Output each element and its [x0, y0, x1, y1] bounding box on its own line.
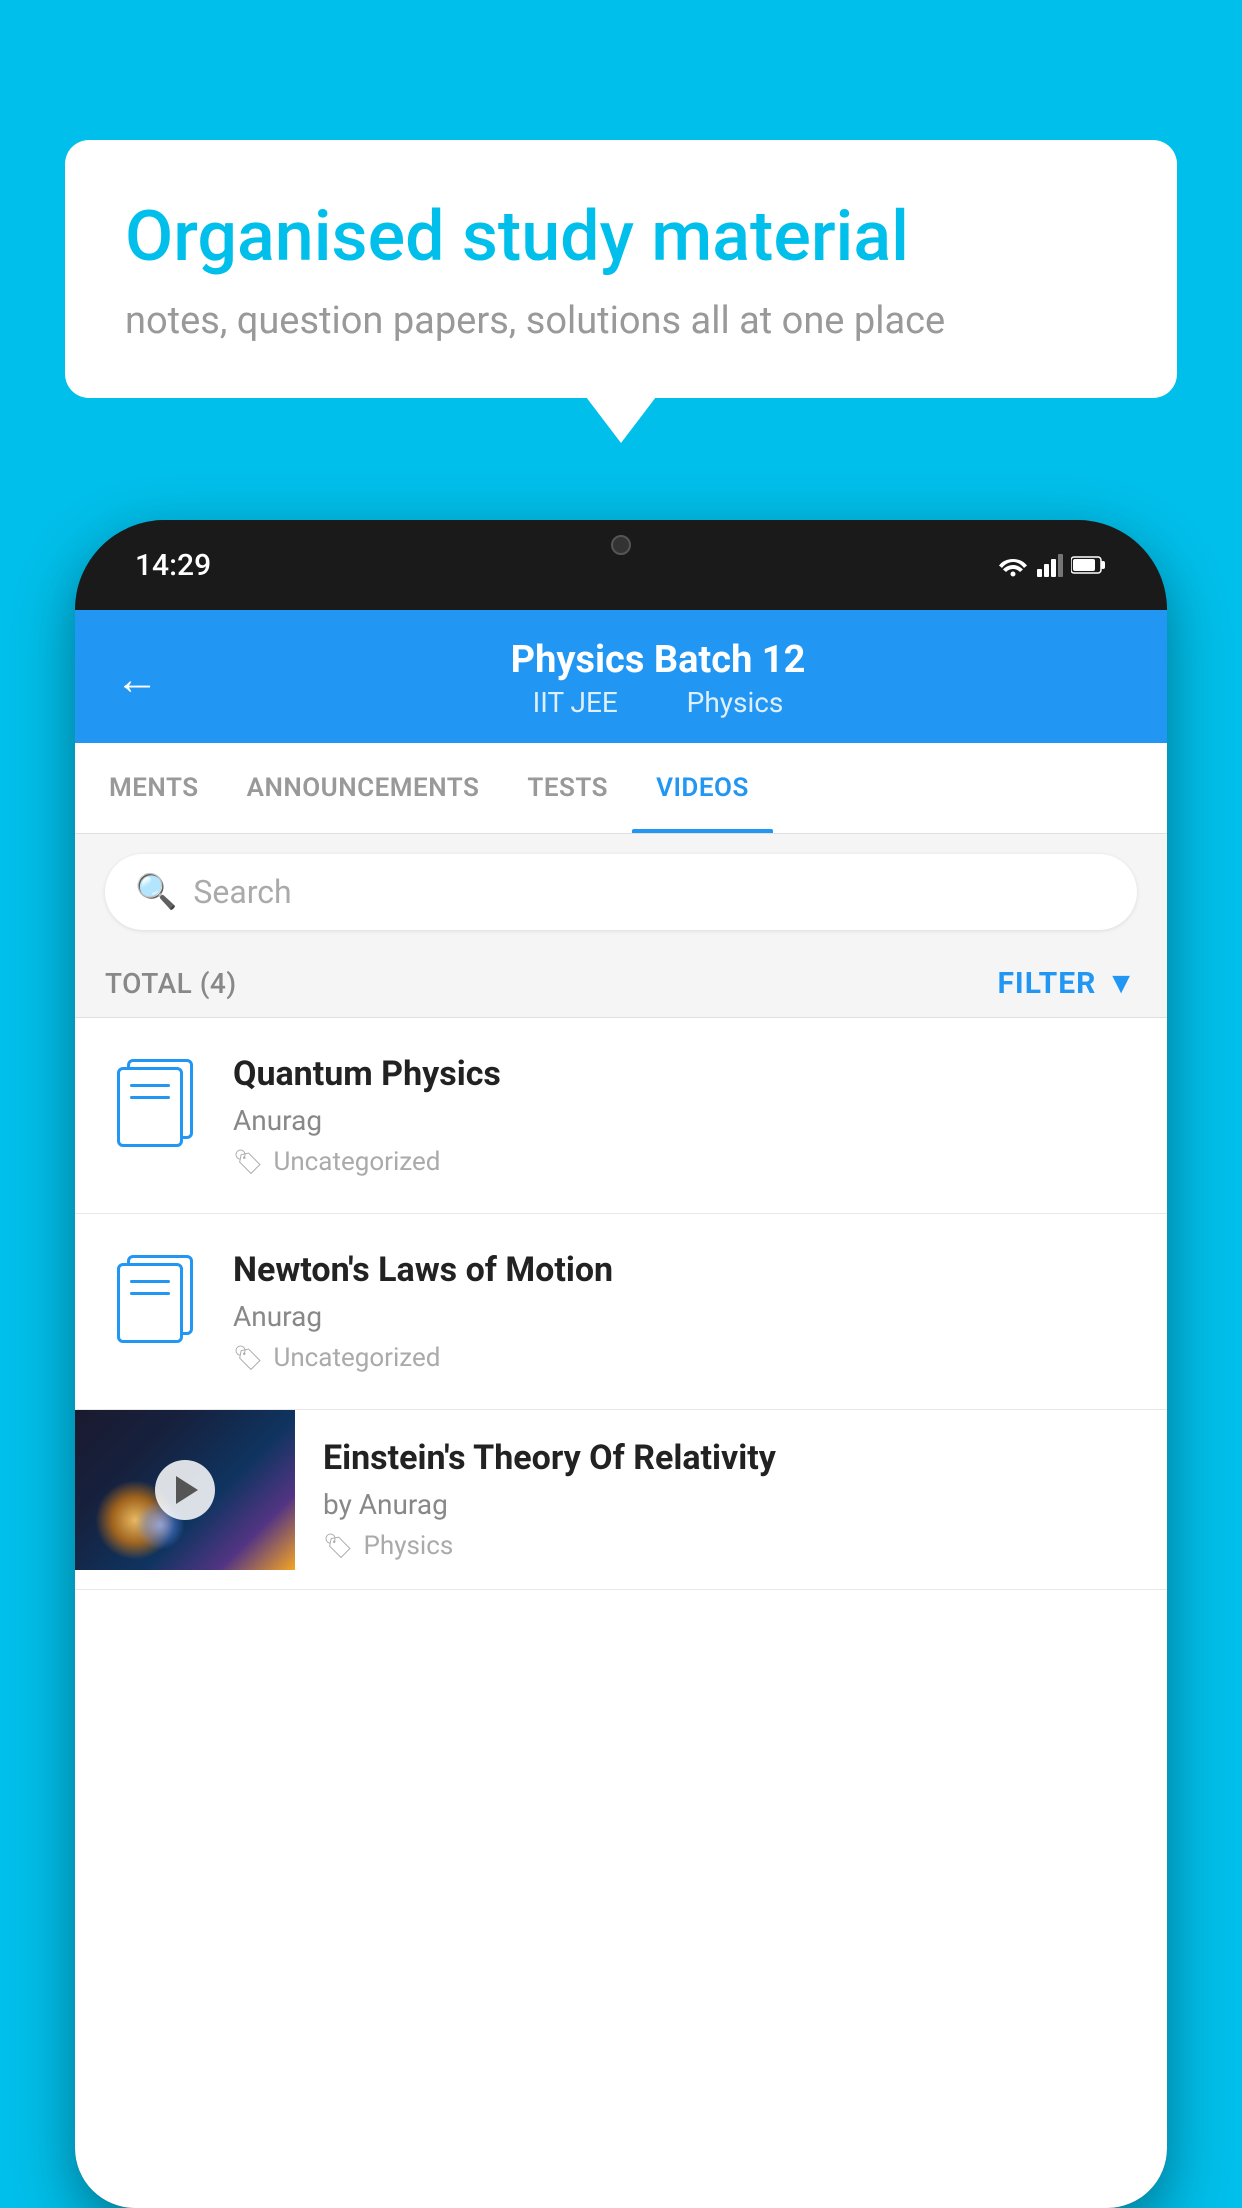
phone-frame: 14:29	[75, 520, 1167, 2208]
filter-bar: TOTAL (4) FILTER ▼	[75, 950, 1167, 1018]
doc-icon-front	[117, 1067, 183, 1147]
filter-button[interactable]: FILTER ▼	[997, 966, 1137, 1001]
battery-icon	[1071, 555, 1107, 575]
tab-bar: MENTS ANNOUNCEMENTS TESTS VIDEOS	[75, 743, 1167, 834]
video-item[interactable]: Einstein's Theory Of Relativity by Anura…	[75, 1410, 1167, 1590]
search-icon: 🔍	[135, 872, 177, 912]
app-header: ← Physics Batch 12 IIT JEE Physics	[75, 610, 1167, 743]
tag-icon: 🏷	[233, 1344, 263, 1372]
filter-icon: ▼	[1106, 966, 1137, 1001]
document-icon	[117, 1255, 193, 1345]
batch-subtitle: IIT JEE Physics	[189, 686, 1127, 719]
search-bar[interactable]: 🔍 Search	[105, 854, 1137, 930]
video-item[interactable]: Quantum Physics Anurag 🏷 Uncategorized	[75, 1018, 1167, 1214]
play-button[interactable]	[155, 1460, 215, 1520]
tag-icon: 🏷	[233, 1148, 263, 1176]
filter-label: FILTER	[997, 966, 1096, 1001]
video-author: by Anurag	[323, 1488, 1137, 1521]
speech-bubble-subtitle: notes, question papers, solutions all at…	[125, 299, 1117, 343]
search-container: 🔍 Search	[75, 834, 1167, 950]
tab-tests[interactable]: TESTS	[503, 743, 632, 833]
back-button[interactable]: ←	[115, 653, 159, 705]
speech-bubble: Organised study material notes, question…	[65, 140, 1177, 398]
video-item[interactable]: Newton's Laws of Motion Anurag 🏷 Uncateg…	[75, 1214, 1167, 1410]
batch-title: Physics Batch 12	[189, 638, 1127, 682]
speech-bubble-title: Organised study material	[125, 195, 1117, 279]
doc-icon-front	[117, 1263, 183, 1343]
status-time: 14:29	[135, 548, 211, 583]
status-icons	[997, 553, 1107, 577]
phone-screen: ← Physics Batch 12 IIT JEE Physics MENTS…	[75, 610, 1167, 2208]
video-tag: 🏷 Uncategorized	[233, 1147, 1137, 1177]
document-icon	[117, 1059, 193, 1149]
front-camera	[611, 535, 631, 555]
tag-label: Uncategorized	[273, 1147, 440, 1177]
video-info: Einstein's Theory Of Relativity by Anura…	[323, 1410, 1137, 1589]
wifi-icon	[997, 553, 1029, 577]
video-title: Quantum Physics	[233, 1054, 1137, 1094]
header-subtitle-physics: Physics	[687, 686, 784, 719]
video-title: Einstein's Theory Of Relativity	[323, 1438, 1137, 1478]
header-title-block: Physics Batch 12 IIT JEE Physics	[189, 638, 1127, 719]
video-tag: 🏷 Uncategorized	[233, 1343, 1137, 1373]
tag-label: Physics	[363, 1531, 453, 1561]
phone-notch	[561, 520, 681, 570]
video-list: Quantum Physics Anurag 🏷 Uncategorized	[75, 1018, 1167, 1590]
play-icon	[176, 1476, 198, 1504]
tab-videos[interactable]: VIDEOS	[632, 743, 773, 833]
video-tag: 🏷 Physics	[323, 1531, 1137, 1561]
video-thumbnail-icon	[105, 1250, 205, 1350]
speech-bubble-container: Organised study material notes, question…	[65, 140, 1177, 398]
tab-announcements[interactable]: ANNOUNCEMENTS	[223, 743, 504, 833]
video-author: Anurag	[233, 1300, 1137, 1333]
status-bar: 14:29	[75, 520, 1167, 610]
signal-icon	[1037, 553, 1063, 577]
video-thumbnail-icon	[105, 1054, 205, 1154]
header-subtitle-separator	[649, 686, 663, 719]
video-author: Anurag	[233, 1104, 1137, 1137]
video-thumbnail	[75, 1410, 295, 1570]
search-placeholder: Search	[193, 873, 291, 911]
tab-ments[interactable]: MENTS	[85, 743, 223, 833]
video-info: Quantum Physics Anurag 🏷 Uncategorized	[233, 1054, 1137, 1177]
total-count-label: TOTAL (4)	[105, 967, 237, 1000]
video-info: Newton's Laws of Motion Anurag 🏷 Uncateg…	[233, 1250, 1137, 1373]
video-title: Newton's Laws of Motion	[233, 1250, 1137, 1290]
header-subtitle-iit: IIT JEE	[533, 686, 618, 719]
tag-icon: 🏷	[323, 1532, 353, 1560]
tag-label: Uncategorized	[273, 1343, 440, 1373]
